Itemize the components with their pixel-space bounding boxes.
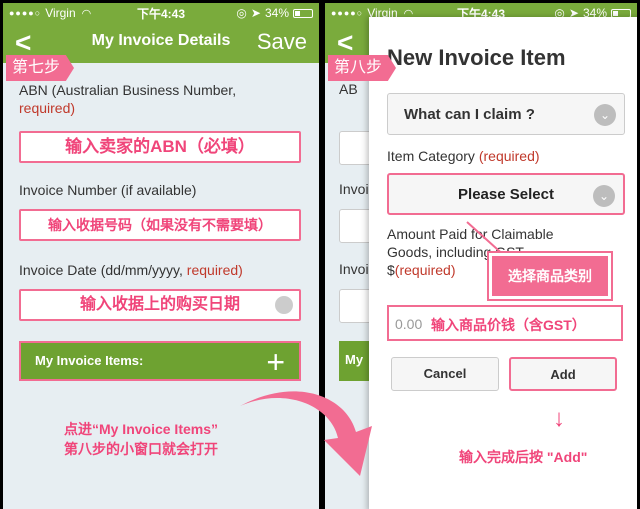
my-invoice-items-button[interactable]: My Invoice Items: +	[19, 341, 301, 381]
invoice-date-hint: 输入收据上的购买日期	[79, 296, 240, 313]
abn-label: ABN (Australian Business Number, require…	[19, 81, 236, 117]
invoice-number-label: Invoice Number (if available)	[19, 182, 197, 198]
item-category-select[interactable]: Please Select ⌄	[387, 173, 625, 215]
status-time: 下午4:43	[136, 6, 186, 21]
wifi-icon: ◠	[81, 7, 92, 20]
ghost-label-my: My	[345, 352, 364, 367]
abn-label-text: ABN (Australian Business Number,	[19, 82, 237, 98]
note-line-2: 第八步的小窗口就会打开	[64, 441, 218, 457]
signal-dots-right: ●●●●○	[331, 8, 364, 18]
select-category-callout: 选择商品类别	[487, 251, 613, 301]
category-select-value: Please Select	[458, 186, 554, 203]
chevron-down-icon: ⌄	[594, 104, 616, 126]
chevron-down-icon: ⌄	[593, 185, 615, 207]
invoice-date-label: Invoice Date (dd/mm/yyyy, required)	[19, 261, 243, 279]
ghost-field	[339, 131, 373, 165]
ghost-field	[339, 209, 373, 243]
curved-arrow-icon	[240, 391, 372, 476]
modal-title: New Invoice Item	[387, 45, 566, 70]
carrier-label: Virgin	[45, 6, 76, 20]
amount-label-prefix: $	[387, 262, 395, 278]
ghost-label-invoice: Invoi	[339, 181, 369, 197]
invoice-date-label-text: Invoice Date (dd/mm/yyyy,	[19, 262, 187, 278]
what-can-i-claim-select[interactable]: What can I claim ? ⌄	[387, 93, 625, 135]
ghost-label-date: Invoi	[339, 261, 369, 277]
abn-field[interactable]: 输入卖家的ABN（必填）	[19, 131, 301, 163]
amount-hint: 输入商品价钱（含GST）	[431, 317, 586, 333]
add-button[interactable]: Add	[509, 357, 617, 391]
save-button[interactable]: Save	[257, 29, 307, 55]
arrow-down-icon: ↓	[553, 405, 565, 432]
battery-percent: 34%	[264, 6, 289, 20]
item-category-label: Item Category (required)	[387, 147, 540, 165]
claim-select-label: What can I claim ?	[404, 106, 535, 123]
signal-dots: ●●●●○	[9, 8, 42, 18]
step-eight-note: 输入完成后按 "Add"	[459, 449, 588, 465]
amount-placeholder: 0.00	[395, 316, 423, 332]
step-tag-seven: 第七步	[6, 55, 75, 81]
ghost-field	[339, 289, 373, 323]
amount-required: (required)	[394, 262, 456, 278]
status-bar: ●●●●○ Virgin ◠ 下午4:43 ◎ ➤ 34%	[3, 3, 319, 23]
back-icon: <	[337, 27, 354, 58]
invoice-number-field[interactable]: 输入收据号码（如果没有不需要填）	[19, 209, 301, 241]
abn-required: required)	[19, 100, 76, 116]
amount-label-line-1: Amount Paid for Claimable	[387, 226, 554, 242]
my-invoice-items-label: My Invoice Items:	[35, 353, 144, 368]
new-invoice-item-modal: New Invoice Item What can I claim ? ⌄ It…	[369, 17, 637, 509]
lock-rotation-icon: ◎	[236, 6, 247, 20]
invoice-date-field[interactable]: 输入收据上的购买日期	[19, 289, 301, 321]
note-line-1: 点进“My Invoice Items”	[63, 421, 219, 437]
ghost-label-abn: AB	[339, 81, 358, 97]
battery-icon	[293, 8, 313, 18]
step-seven-note: 点进“My Invoice Items” 第八步的小窗口就会打开	[31, 419, 251, 459]
step-tag-eight: 第八步	[328, 55, 397, 81]
item-category-required: (required)	[478, 148, 540, 164]
calendar-icon[interactable]	[275, 296, 293, 314]
location-icon: ➤	[250, 6, 261, 20]
amount-input[interactable]: 0.00 输入商品价钱（含GST）	[387, 305, 623, 341]
cancel-button[interactable]: Cancel	[391, 357, 499, 391]
invoice-date-required: required)	[186, 262, 243, 278]
item-category-text: Item Category	[387, 148, 479, 164]
